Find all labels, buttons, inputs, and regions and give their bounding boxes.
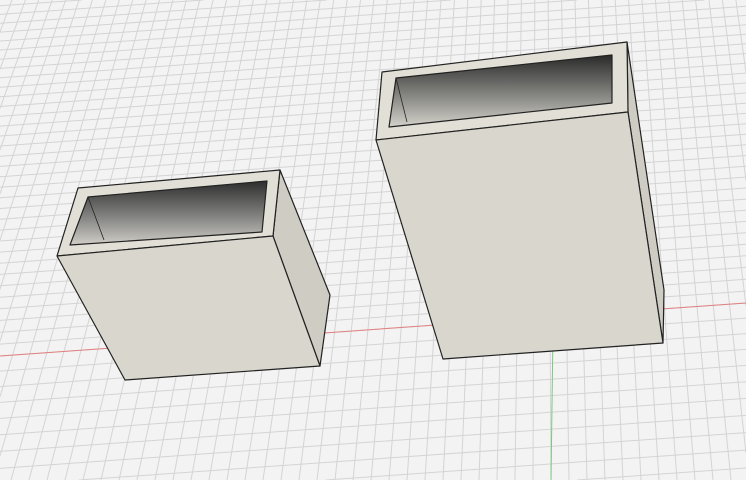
grid-line [0,0,82,7]
grid-line [0,364,746,419]
grid-line [577,467,746,480]
grid-line [721,0,746,181]
grid-line [0,0,26,70]
viewport-canvas[interactable] [0,0,746,480]
grid-line [0,0,578,42]
grid-line [0,0,13,33]
grid-line [708,0,746,307]
grid-line [0,397,746,452]
3d-viewport[interactable] [0,0,746,480]
grid-line [0,0,67,194]
grid-line [325,449,746,480]
grid-line [0,381,746,436]
grid-line [735,0,746,73]
small-box-front-face [56,235,321,381]
grid-line [78,432,746,480]
large-box-front-face [375,111,664,360]
y-axis-line [550,329,554,480]
